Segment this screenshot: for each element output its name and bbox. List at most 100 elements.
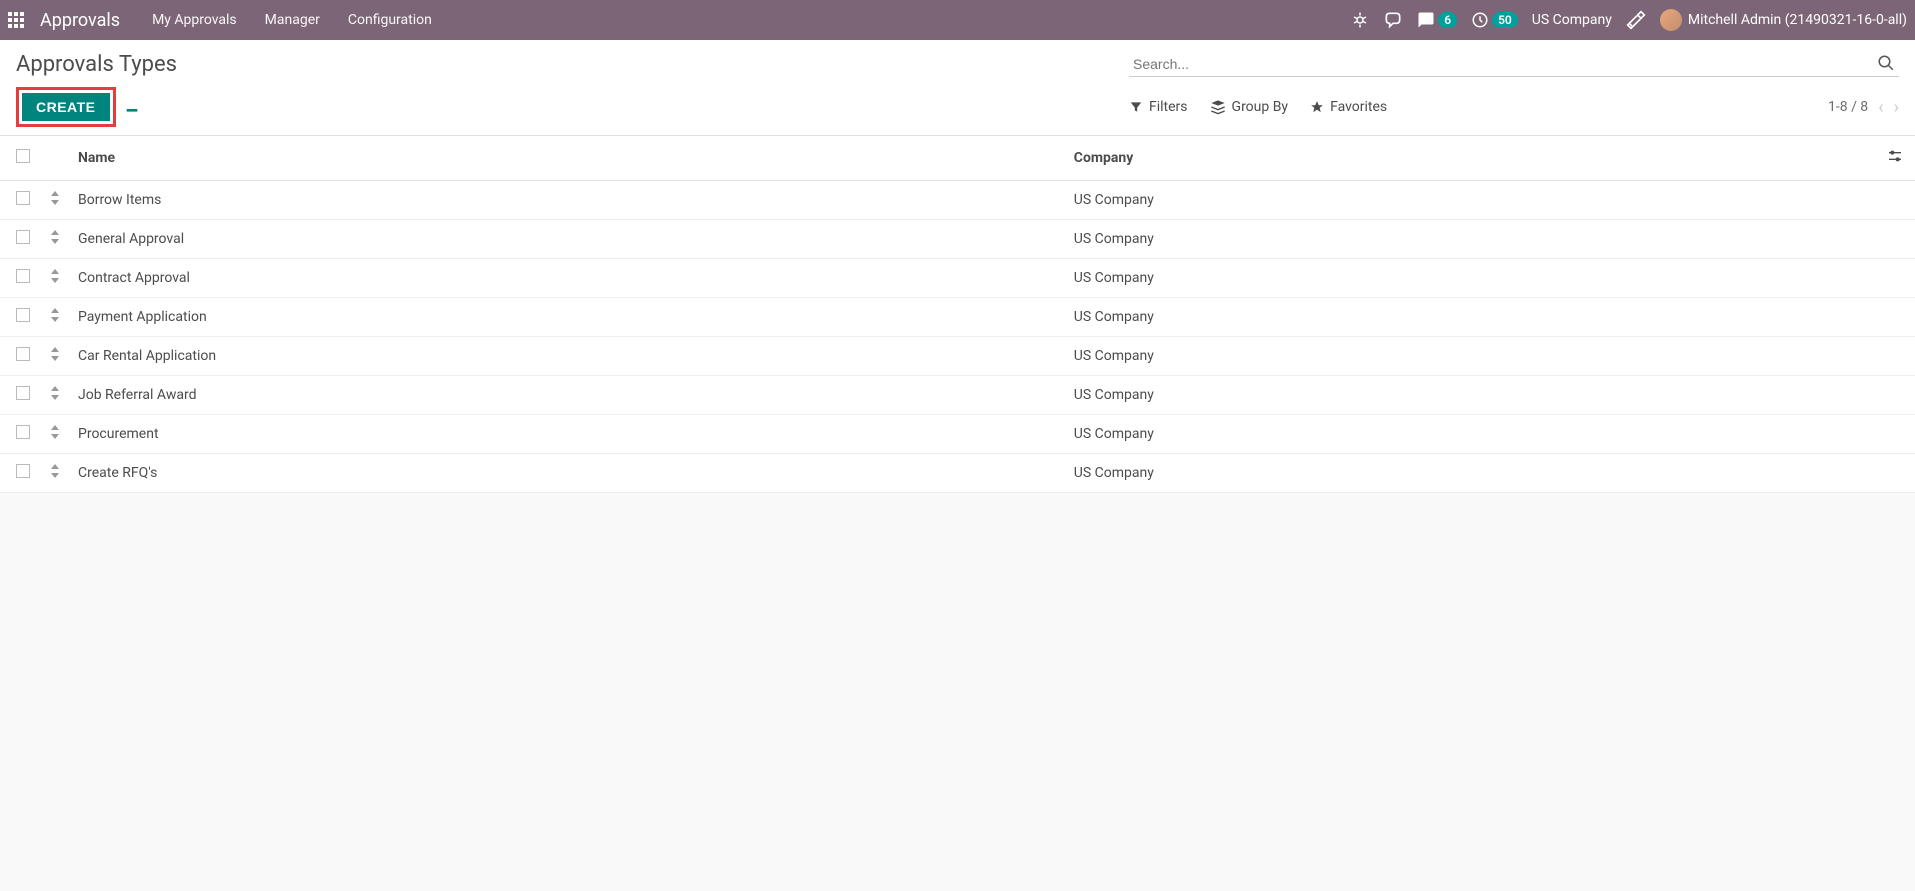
nav-right: 6 50 US Company Mitchell Admin (21490321… [1351, 9, 1907, 31]
sort-handle-icon[interactable] [50, 233, 60, 247]
nav-item-configuration[interactable]: Configuration [336, 0, 444, 40]
header-company[interactable]: Company [1066, 136, 1875, 181]
messages-icon[interactable]: 6 [1417, 11, 1457, 29]
row-handle-cell [40, 454, 70, 493]
row-company: US Company [1066, 181, 1875, 220]
groupby-label: Group By [1232, 99, 1289, 115]
pager-next[interactable]: › [1894, 97, 1899, 118]
activities-icon[interactable]: 50 [1471, 11, 1518, 29]
messages-badge: 6 [1438, 12, 1457, 28]
header-checkbox-cell [0, 136, 40, 181]
support-icon[interactable] [1383, 10, 1403, 30]
tools-icon[interactable] [1626, 10, 1646, 30]
search-icon[interactable] [1877, 54, 1895, 76]
row-checkbox[interactable] [16, 308, 30, 322]
sort-handle-icon[interactable] [50, 389, 60, 403]
row-company: US Company [1066, 259, 1875, 298]
create-highlight: Create [16, 87, 116, 127]
apps-icon[interactable] [8, 12, 24, 28]
control-panel: Approvals Types Create Filters Group By [0, 40, 1915, 136]
sort-handle-icon[interactable] [50, 194, 60, 208]
row-settings-cell [1875, 415, 1915, 454]
row-company: US Company [1066, 220, 1875, 259]
row-settings-cell [1875, 298, 1915, 337]
filters-label: Filters [1149, 99, 1188, 115]
favorites-button[interactable]: Favorites [1310, 99, 1387, 115]
row-checkbox[interactable] [16, 386, 30, 400]
nav-item-my-approvals[interactable]: My Approvals [140, 0, 249, 40]
row-checkbox[interactable] [16, 464, 30, 478]
avatar [1660, 9, 1682, 31]
row-checkbox-cell [0, 181, 40, 220]
row-company: US Company [1066, 454, 1875, 493]
table-row[interactable]: Borrow Items US Company [0, 181, 1915, 220]
import-icon[interactable] [124, 97, 140, 117]
filters-button[interactable]: Filters [1129, 99, 1188, 115]
sort-handle-icon[interactable] [50, 350, 60, 364]
table-row[interactable]: Job Referral Award US Company [0, 376, 1915, 415]
table-row[interactable]: Create RFQ's US Company [0, 454, 1915, 493]
row-handle-cell [40, 181, 70, 220]
user-menu[interactable]: Mitchell Admin (21490321-16-0-all) [1660, 9, 1907, 31]
brand-title[interactable]: Approvals [40, 10, 120, 31]
row-name: Job Referral Award [70, 376, 1066, 415]
row-settings-cell [1875, 337, 1915, 376]
pager-prev[interactable]: ‹ [1878, 97, 1883, 118]
row-handle-cell [40, 220, 70, 259]
nav-item-manager[interactable]: Manager [253, 0, 332, 40]
row-settings-cell [1875, 376, 1915, 415]
sort-handle-icon[interactable] [50, 467, 60, 481]
row-company: US Company [1066, 376, 1875, 415]
row-name: Contract Approval [70, 259, 1066, 298]
row-checkbox-cell [0, 337, 40, 376]
row-settings-cell [1875, 181, 1915, 220]
row-handle-cell [40, 259, 70, 298]
row-checkbox-cell [0, 298, 40, 337]
favorites-label: Favorites [1330, 99, 1387, 115]
row-checkbox-cell [0, 415, 40, 454]
create-button[interactable]: Create [22, 93, 110, 121]
sort-handle-icon[interactable] [50, 428, 60, 442]
nav-left: Approvals My Approvals Manager Configura… [8, 0, 444, 40]
search-input[interactable] [1129, 52, 1899, 77]
row-handle-cell [40, 298, 70, 337]
sort-handle-icon[interactable] [50, 272, 60, 286]
row-settings-cell [1875, 454, 1915, 493]
row-name: General Approval [70, 220, 1066, 259]
table-row[interactable]: General Approval US Company [0, 220, 1915, 259]
header-name[interactable]: Name [70, 136, 1066, 181]
row-checkbox-cell [0, 376, 40, 415]
row-name: Borrow Items [70, 181, 1066, 220]
row-checkbox[interactable] [16, 230, 30, 244]
row-handle-cell [40, 415, 70, 454]
pager-text[interactable]: 1-8 / 8 [1828, 99, 1868, 115]
row-company: US Company [1066, 337, 1875, 376]
row-name: Car Rental Application [70, 337, 1066, 376]
row-checkbox[interactable] [16, 347, 30, 361]
row-checkbox-cell [0, 259, 40, 298]
table-row[interactable]: Car Rental Application US Company [0, 337, 1915, 376]
sort-handle-icon[interactable] [50, 311, 60, 325]
row-checkbox[interactable] [16, 269, 30, 283]
table-row[interactable]: Contract Approval US Company [0, 259, 1915, 298]
list-view: Name Company Borrow Items US Company [0, 136, 1915, 493]
select-all-checkbox[interactable] [16, 149, 30, 163]
company-selector[interactable]: US Company [1532, 12, 1612, 28]
row-checkbox-cell [0, 220, 40, 259]
bug-icon[interactable] [1351, 11, 1369, 29]
pager: 1-8 / 8 ‹ › [1828, 97, 1899, 118]
groupby-button[interactable]: Group By [1210, 99, 1289, 115]
column-settings[interactable] [1875, 136, 1915, 181]
header-handle-cell [40, 136, 70, 181]
row-checkbox[interactable] [16, 425, 30, 439]
table-row[interactable]: Procurement US Company [0, 415, 1915, 454]
row-name: Create RFQ's [70, 454, 1066, 493]
top-nav: Approvals My Approvals Manager Configura… [0, 0, 1915, 40]
row-settings-cell [1875, 220, 1915, 259]
table-row[interactable]: Payment Application US Company [0, 298, 1915, 337]
row-name: Payment Application [70, 298, 1066, 337]
row-checkbox[interactable] [16, 191, 30, 205]
row-name: Procurement [70, 415, 1066, 454]
row-company: US Company [1066, 298, 1875, 337]
row-handle-cell [40, 376, 70, 415]
